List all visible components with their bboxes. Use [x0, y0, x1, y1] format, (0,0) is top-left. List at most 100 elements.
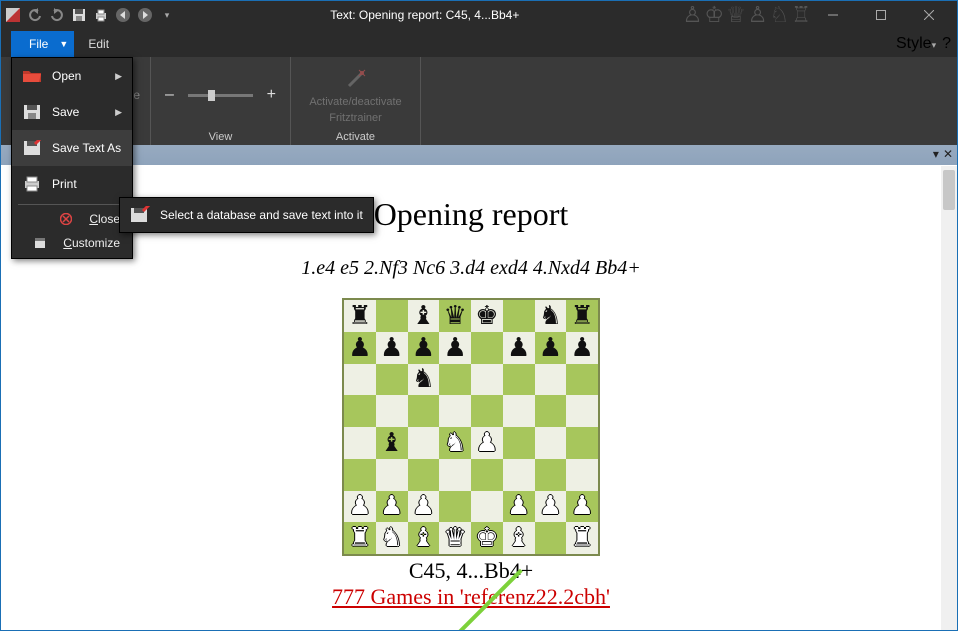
file-menu: Open ▶ Save ▶ Save Text As Print Close C…: [11, 57, 133, 259]
activate-line1: Activate/deactivate: [309, 96, 401, 108]
vertical-scrollbar[interactable]: [941, 166, 957, 630]
square: [566, 364, 598, 396]
close-circle-icon: [59, 212, 73, 226]
square: ♟: [376, 332, 408, 364]
qat-dropdown-icon[interactable]: ▾: [159, 7, 175, 23]
printer-icon: [22, 176, 42, 192]
square: ♟: [344, 491, 376, 523]
help-icon[interactable]: ?: [942, 35, 951, 53]
square: [408, 459, 440, 491]
quick-access-toolbar: ▾: [1, 7, 175, 23]
square: [535, 364, 567, 396]
activate-fritztrainer-button[interactable]: Activate/deactivate Fritztrainer: [301, 66, 410, 124]
square: ♟: [503, 332, 535, 364]
square: [535, 459, 567, 491]
opening-moves: 1.e4 e5 2.Nf3 Nc6 3.d4 exd4 4.Nxd4 Bb4+: [1, 257, 941, 280]
square: ♟: [471, 427, 503, 459]
square: [439, 364, 471, 396]
square: ♟: [535, 332, 567, 364]
square: ♛: [439, 522, 471, 554]
square: ♞: [376, 522, 408, 554]
file-close[interactable]: Close: [12, 207, 132, 231]
document-tab-bar: ▾ ✕: [1, 145, 957, 165]
chevron-down-icon: ▾: [932, 40, 937, 50]
tabbar-menu-icon[interactable]: ▾: [933, 147, 939, 161]
square: ♜: [566, 522, 598, 554]
square: [471, 395, 503, 427]
square: ♟: [535, 491, 567, 523]
square: [566, 459, 598, 491]
square: [439, 459, 471, 491]
tabbar-close-icon[interactable]: ✕: [943, 147, 953, 161]
save-icon[interactable]: [71, 7, 87, 23]
file-save-text-as[interactable]: Save Text As: [12, 130, 132, 166]
file-customize-label: Customize: [63, 236, 120, 250]
nav-forward-icon[interactable]: [137, 7, 153, 23]
wand-icon: [343, 66, 369, 92]
tooltip-text: Select a database and save text into it: [160, 208, 363, 222]
customize-icon: [33, 236, 47, 250]
square: [503, 427, 535, 459]
square: [439, 395, 471, 427]
redo-icon[interactable]: [49, 7, 65, 23]
square: [376, 364, 408, 396]
file-customize[interactable]: Customize: [12, 231, 132, 258]
document-area: Opening report 1.e4 e5 2.Nf3 Nc6 3.d4 ex…: [1, 166, 957, 630]
window-title: Text: Opening report: C45, 4...Bb4+: [175, 8, 675, 22]
square: ♟: [344, 332, 376, 364]
ribbon-group-label: View: [161, 129, 280, 143]
square: [566, 427, 598, 459]
save-disk-icon: [22, 104, 42, 120]
square: [376, 459, 408, 491]
chevron-right-icon: ▶: [115, 107, 122, 118]
activate-line2: Fritztrainer: [329, 112, 382, 124]
square: ♛: [439, 300, 471, 332]
eco-caption: C45, 4...Bb4+: [1, 558, 941, 584]
save-text-as-tooltip: Select a database and save text into it: [119, 197, 374, 233]
square: [503, 364, 535, 396]
games-link[interactable]: 777 Games in 'referenz22.2cbh': [332, 584, 610, 609]
zoom-slider[interactable]: [188, 94, 253, 97]
close-button[interactable]: [907, 1, 951, 29]
undo-icon[interactable]: [27, 7, 43, 23]
square: ♝: [408, 300, 440, 332]
file-save-text-as-label: Save Text As: [52, 141, 121, 155]
chevron-down-icon: ▼: [59, 39, 68, 49]
tab-file[interactable]: File ▼: [11, 31, 74, 57]
file-print-label: Print: [52, 177, 77, 191]
chevron-right-icon: ▶: [115, 71, 122, 82]
square: [344, 427, 376, 459]
file-print[interactable]: Print: [12, 166, 132, 202]
square: ♟: [503, 491, 535, 523]
style-menu[interactable]: Style▾: [896, 35, 936, 53]
maximize-button[interactable]: [859, 1, 903, 29]
style-label: Style: [896, 35, 932, 52]
square: [503, 300, 535, 332]
square: [344, 395, 376, 427]
square: [376, 395, 408, 427]
file-open[interactable]: Open ▶: [12, 58, 132, 94]
minimize-button[interactable]: [811, 1, 855, 29]
save-text-icon: [130, 206, 150, 224]
square: [503, 395, 535, 427]
square: [503, 459, 535, 491]
zoom-in-button[interactable]: +: [263, 86, 280, 104]
square: ♜: [344, 300, 376, 332]
square: [535, 522, 567, 554]
ribbon-tabs: File ▼ Edit: [1, 29, 957, 57]
square: [408, 427, 440, 459]
square: [471, 332, 503, 364]
square: ♞: [439, 427, 471, 459]
zoom-out-button[interactable]: –: [161, 86, 178, 104]
file-save-label: Save: [52, 105, 79, 119]
print-icon[interactable]: [93, 7, 109, 23]
file-save[interactable]: Save ▶: [12, 94, 132, 130]
chess-piece-decoration: ♙ ♔ ♕ ♙ ♘ ♖: [683, 2, 811, 28]
tab-edit[interactable]: Edit: [74, 31, 123, 57]
square: [344, 459, 376, 491]
nav-back-icon[interactable]: [115, 7, 131, 23]
square: [408, 395, 440, 427]
square: ♚: [471, 522, 503, 554]
ribbon-group-label: Activate: [301, 129, 410, 143]
tab-file-label: File: [29, 37, 48, 51]
